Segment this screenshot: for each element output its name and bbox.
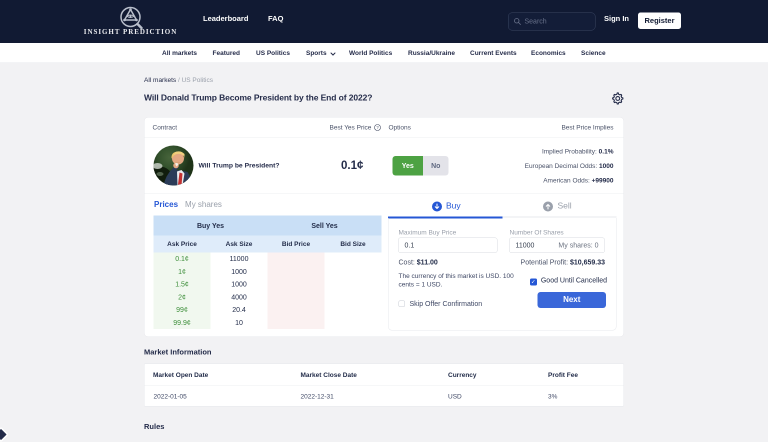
svg-text:?: ?	[376, 125, 379, 130]
